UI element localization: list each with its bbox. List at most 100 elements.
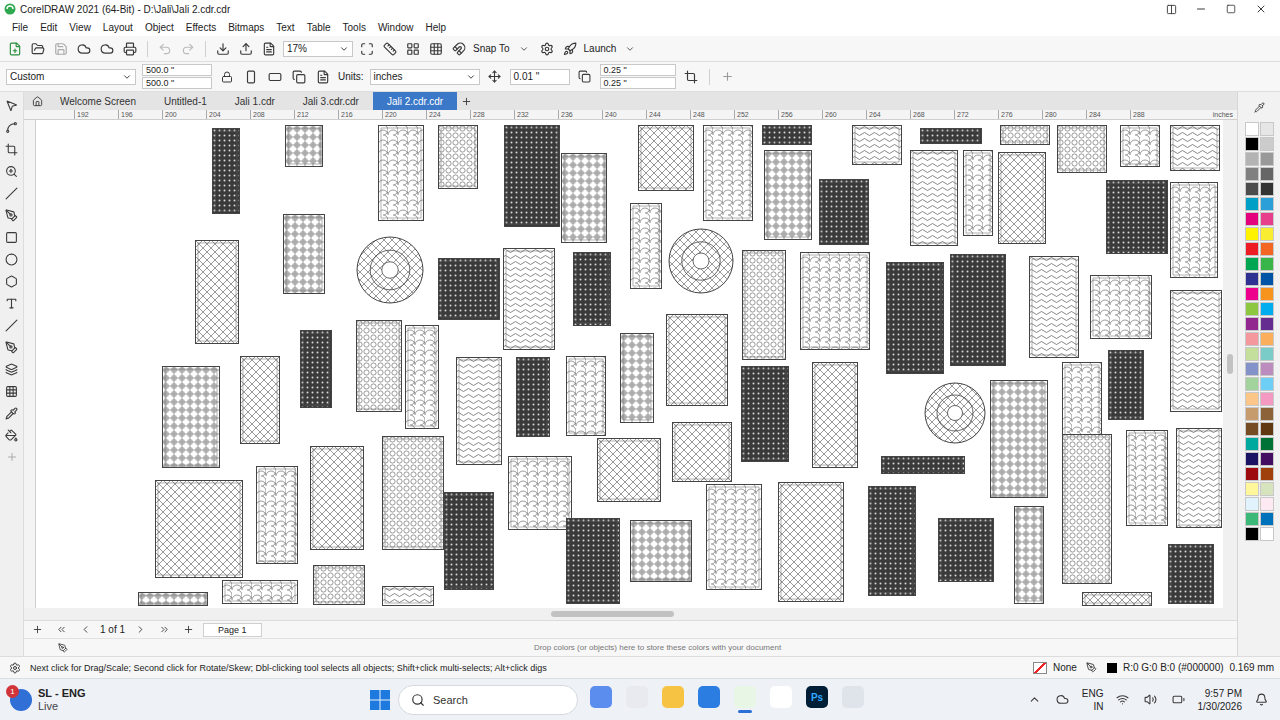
document-tab[interactable]: Jali 3.cdr.cdr — [289, 92, 373, 110]
pen-icon[interactable] — [54, 639, 72, 657]
undo-icon[interactable] — [156, 40, 174, 58]
jali-panel[interactable] — [438, 258, 500, 320]
jali-panel[interactable] — [868, 486, 916, 596]
menu-item[interactable]: Tools — [337, 22, 372, 33]
jali-panel[interactable] — [573, 252, 611, 326]
lock-ratio-icon[interactable] — [218, 68, 236, 86]
color-swatch[interactable] — [1245, 332, 1259, 346]
menu-item[interactable]: Window — [372, 22, 420, 33]
jali-panel[interactable] — [356, 320, 402, 412]
jali-panel[interactable] — [1108, 350, 1144, 420]
outline-pen-icon[interactable] — [1083, 659, 1101, 677]
jali-panel[interactable] — [1062, 434, 1112, 584]
pen-tool-icon[interactable] — [3, 206, 21, 224]
jali-panel[interactable] — [938, 518, 994, 582]
snap-icon[interactable] — [450, 40, 468, 58]
jali-panel[interactable] — [566, 356, 606, 436]
next-page-icon[interactable] — [131, 621, 149, 639]
color-swatch[interactable] — [1260, 497, 1274, 511]
color-swatch[interactable] — [1245, 407, 1259, 421]
menu-item[interactable]: Effects — [180, 22, 222, 33]
page-border-icon[interactable] — [682, 68, 700, 86]
color-swatch[interactable] — [1245, 137, 1259, 151]
export-icon[interactable] — [237, 40, 255, 58]
jali-panel[interactable] — [742, 250, 786, 360]
color-swatch[interactable] — [1245, 197, 1259, 211]
fill-tool-icon[interactable] — [3, 426, 21, 444]
jali-panel[interactable] — [620, 333, 654, 423]
color-swatch[interactable] — [1260, 392, 1274, 406]
jali-panel[interactable] — [1029, 256, 1079, 358]
color-swatch[interactable] — [1260, 527, 1274, 541]
document-tab[interactable]: Welcome Screen — [46, 92, 150, 110]
menu-item[interactable]: File — [6, 22, 34, 33]
color-swatch[interactable] — [1245, 452, 1259, 466]
weather-widget[interactable]: 1SL - ENGLive — [10, 687, 370, 713]
taskbar-app[interactable] — [732, 686, 758, 713]
taskbar-search[interactable]: Search — [398, 685, 578, 715]
jali-panel[interactable] — [378, 125, 424, 221]
jali-panel[interactable] — [1170, 125, 1220, 171]
page-preset-select[interactable]: Custom — [6, 69, 136, 85]
wifi-icon[interactable] — [1114, 691, 1132, 709]
color-swatch[interactable] — [1245, 242, 1259, 256]
jali-panel[interactable] — [1170, 182, 1218, 278]
vertical-scrollbar[interactable] — [1223, 120, 1237, 608]
launch-icon[interactable] — [561, 40, 579, 58]
jali-panel[interactable] — [456, 357, 502, 465]
jali-panel[interactable] — [155, 480, 243, 578]
jali-panel[interactable] — [138, 592, 208, 606]
taskbar-app[interactable] — [696, 686, 722, 713]
color-swatch[interactable] — [1245, 257, 1259, 271]
color-swatch[interactable] — [1260, 407, 1274, 421]
jali-panel[interactable] — [283, 214, 325, 294]
color-swatch[interactable] — [1245, 362, 1259, 376]
close-icon[interactable] — [1252, 0, 1270, 18]
jali-panel[interactable] — [762, 125, 812, 145]
jali-panel[interactable] — [597, 438, 661, 502]
grid-icon[interactable] — [404, 40, 422, 58]
jali-medallion[interactable] — [924, 382, 986, 444]
menu-item[interactable]: Layout — [97, 22, 139, 33]
save-icon[interactable] — [52, 40, 70, 58]
jali-panel[interactable] — [950, 254, 1006, 366]
snap-to-button[interactable]: Snap To — [473, 43, 510, 54]
text-tool-icon[interactable] — [3, 294, 21, 312]
menu-item[interactable]: Edit — [34, 22, 63, 33]
nudge-field[interactable]: 0.01 " — [510, 69, 570, 85]
page-height-field[interactable]: 500.0 " — [142, 77, 212, 89]
color-swatch[interactable] — [1260, 287, 1274, 301]
color-swatch[interactable] — [1245, 212, 1259, 226]
portrait-icon[interactable] — [242, 68, 260, 86]
zoom-tool-icon[interactable] — [3, 162, 21, 180]
jali-panel[interactable] — [313, 565, 365, 605]
jali-panel[interactable] — [405, 325, 439, 429]
color-swatch[interactable] — [1245, 182, 1259, 196]
color-swatch[interactable] — [1245, 317, 1259, 331]
jali-panel[interactable] — [741, 366, 789, 462]
clock[interactable]: 9:57 PM1/30/2026 — [1198, 687, 1243, 713]
jali-panel[interactable] — [630, 203, 662, 289]
jali-panel[interactable] — [1014, 506, 1044, 604]
jali-panel[interactable] — [382, 436, 444, 550]
open-folder-icon[interactable] — [29, 40, 47, 58]
crop-tool-icon[interactable] — [3, 140, 21, 158]
drawing-canvas[interactable] — [36, 120, 1223, 608]
all-pages-icon[interactable] — [290, 68, 308, 86]
color-swatch[interactable] — [1260, 167, 1274, 181]
color-swatch[interactable] — [1245, 347, 1259, 361]
new-file-icon[interactable] — [6, 40, 24, 58]
jali-panel[interactable] — [706, 484, 762, 590]
eyedropper-icon[interactable] — [1250, 98, 1268, 116]
jali-medallion[interactable] — [668, 228, 734, 294]
ellipse-tool-icon[interactable] — [3, 250, 21, 268]
menu-item[interactable]: Object — [139, 22, 180, 33]
color-swatch[interactable] — [1245, 482, 1259, 496]
pick-tool-icon[interactable] — [3, 96, 21, 114]
jali-panel[interactable] — [162, 366, 220, 468]
jali-panel[interactable] — [1176, 428, 1222, 528]
color-swatch[interactable] — [1260, 467, 1274, 481]
color-swatch[interactable] — [1245, 167, 1259, 181]
jali-panel[interactable] — [504, 125, 560, 227]
color-swatch[interactable] — [1245, 152, 1259, 166]
